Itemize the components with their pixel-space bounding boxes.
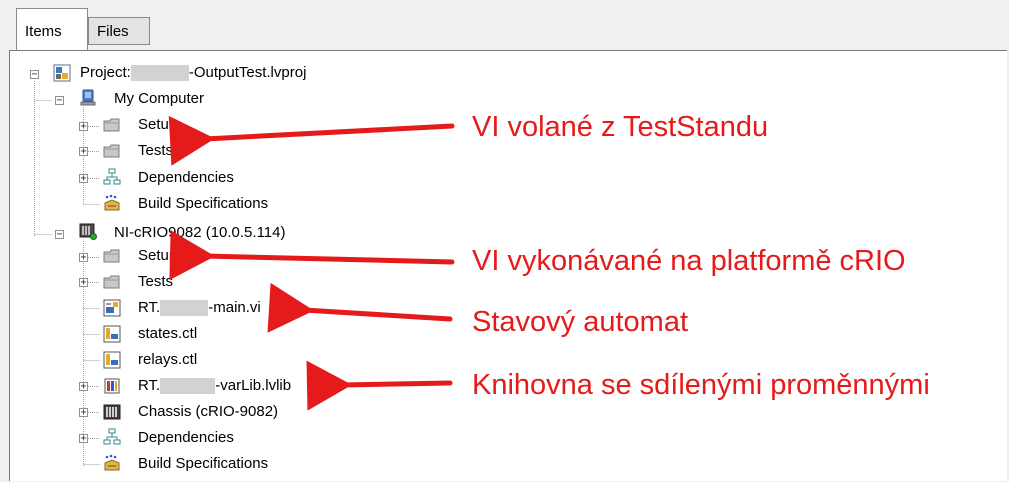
tree-item-crio-target[interactable]: NI-cRIO9082 (10.0.5.114): [114, 223, 285, 243]
tree-item-states-ctl[interactable]: states.ctl: [138, 324, 197, 344]
chassis-icon: [103, 404, 121, 420]
tree-item-dependencies[interactable]: Dependencies: [138, 168, 234, 188]
main-vi-suffix: -main.vi: [208, 299, 261, 316]
main-vi-prefix: RT.: [138, 299, 161, 316]
vi-icon: [103, 299, 121, 317]
build-specifications-icon: [104, 454, 120, 471]
target-dependencies-expand-toggle[interactable]: +: [79, 434, 88, 444]
target-setup-expand-toggle[interactable]: +: [79, 253, 88, 263]
tree-item-target-build-specifications[interactable]: Build Specifications: [138, 454, 268, 474]
redacted-text: [160, 300, 209, 317]
setup-expand-toggle[interactable]: +: [79, 122, 88, 132]
crio-target-icon: [79, 223, 97, 240]
redacted-text: [160, 378, 216, 395]
tree-item-tests[interactable]: Tests: [138, 141, 173, 161]
tests-expand-toggle[interactable]: +: [79, 147, 88, 157]
project-name-suffix: -OutputTest.lvproj: [188, 64, 307, 81]
tree-item-main-vi[interactable]: RT. -main.vi: [138, 298, 261, 318]
target-tests-expand-toggle[interactable]: +: [79, 278, 88, 288]
computer-icon: [80, 89, 96, 106]
annotation-state-machine: Stavový automat: [472, 306, 688, 338]
crio-target-collapse-toggle[interactable]: −: [55, 230, 64, 240]
annotation-shared-variables-library: Knihovna se sdílenými proměnnými: [472, 369, 930, 401]
tree-item-varlib[interactable]: RT. -varLib.lvlib: [138, 376, 291, 396]
varlib-prefix: RT.: [138, 377, 161, 394]
library-icon: [104, 378, 120, 394]
dependencies-expand-toggle[interactable]: +: [79, 174, 88, 184]
tree-item-target-setup[interactable]: Setup: [138, 246, 177, 266]
control-icon: [103, 325, 121, 343]
tree-item-my-computer[interactable]: My Computer: [114, 89, 204, 109]
project-collapse-toggle[interactable]: −: [30, 70, 39, 80]
build-specifications-icon: [104, 194, 120, 211]
varlib-suffix: -varLib.lvlib: [215, 377, 292, 394]
my-computer-collapse-toggle[interactable]: −: [55, 96, 64, 106]
tab-bar: Items Files: [0, 0, 1009, 51]
project-name-prefix: Project:: [80, 64, 131, 81]
redacted-text: [130, 65, 189, 82]
dependencies-icon: [103, 428, 121, 445]
project-icon: [53, 64, 71, 82]
tree-item-relays-ctl[interactable]: relays.ctl: [138, 350, 197, 370]
tab-items-label: Items: [25, 23, 62, 40]
tab-items[interactable]: Items: [16, 8, 88, 51]
dependencies-icon: [103, 168, 121, 185]
folder-icon: [103, 118, 120, 132]
chassis-expand-toggle[interactable]: +: [79, 408, 88, 418]
folder-icon: [103, 144, 120, 158]
annotation-teststand: VI volané z TestStandu: [472, 111, 769, 143]
tree-item-target-tests[interactable]: Tests: [138, 272, 173, 292]
project-item[interactable]: Project: -OutputTest.lvproj: [80, 63, 306, 83]
tab-files[interactable]: Files: [88, 17, 150, 45]
tree-item-setup[interactable]: Setup: [138, 115, 177, 135]
varlib-expand-toggle[interactable]: +: [79, 382, 88, 392]
tab-files-label: Files: [97, 23, 129, 40]
annotation-crio-platform: VI vykonávané na platformě cRIO: [472, 245, 906, 277]
tree-item-target-dependencies[interactable]: Dependencies: [138, 428, 234, 448]
folder-icon: [103, 249, 120, 263]
control-icon: [103, 351, 121, 369]
tree-item-chassis[interactable]: Chassis (cRIO-9082): [138, 402, 278, 422]
tree-item-build-specifications[interactable]: Build Specifications: [138, 194, 268, 214]
folder-icon: [103, 275, 120, 289]
